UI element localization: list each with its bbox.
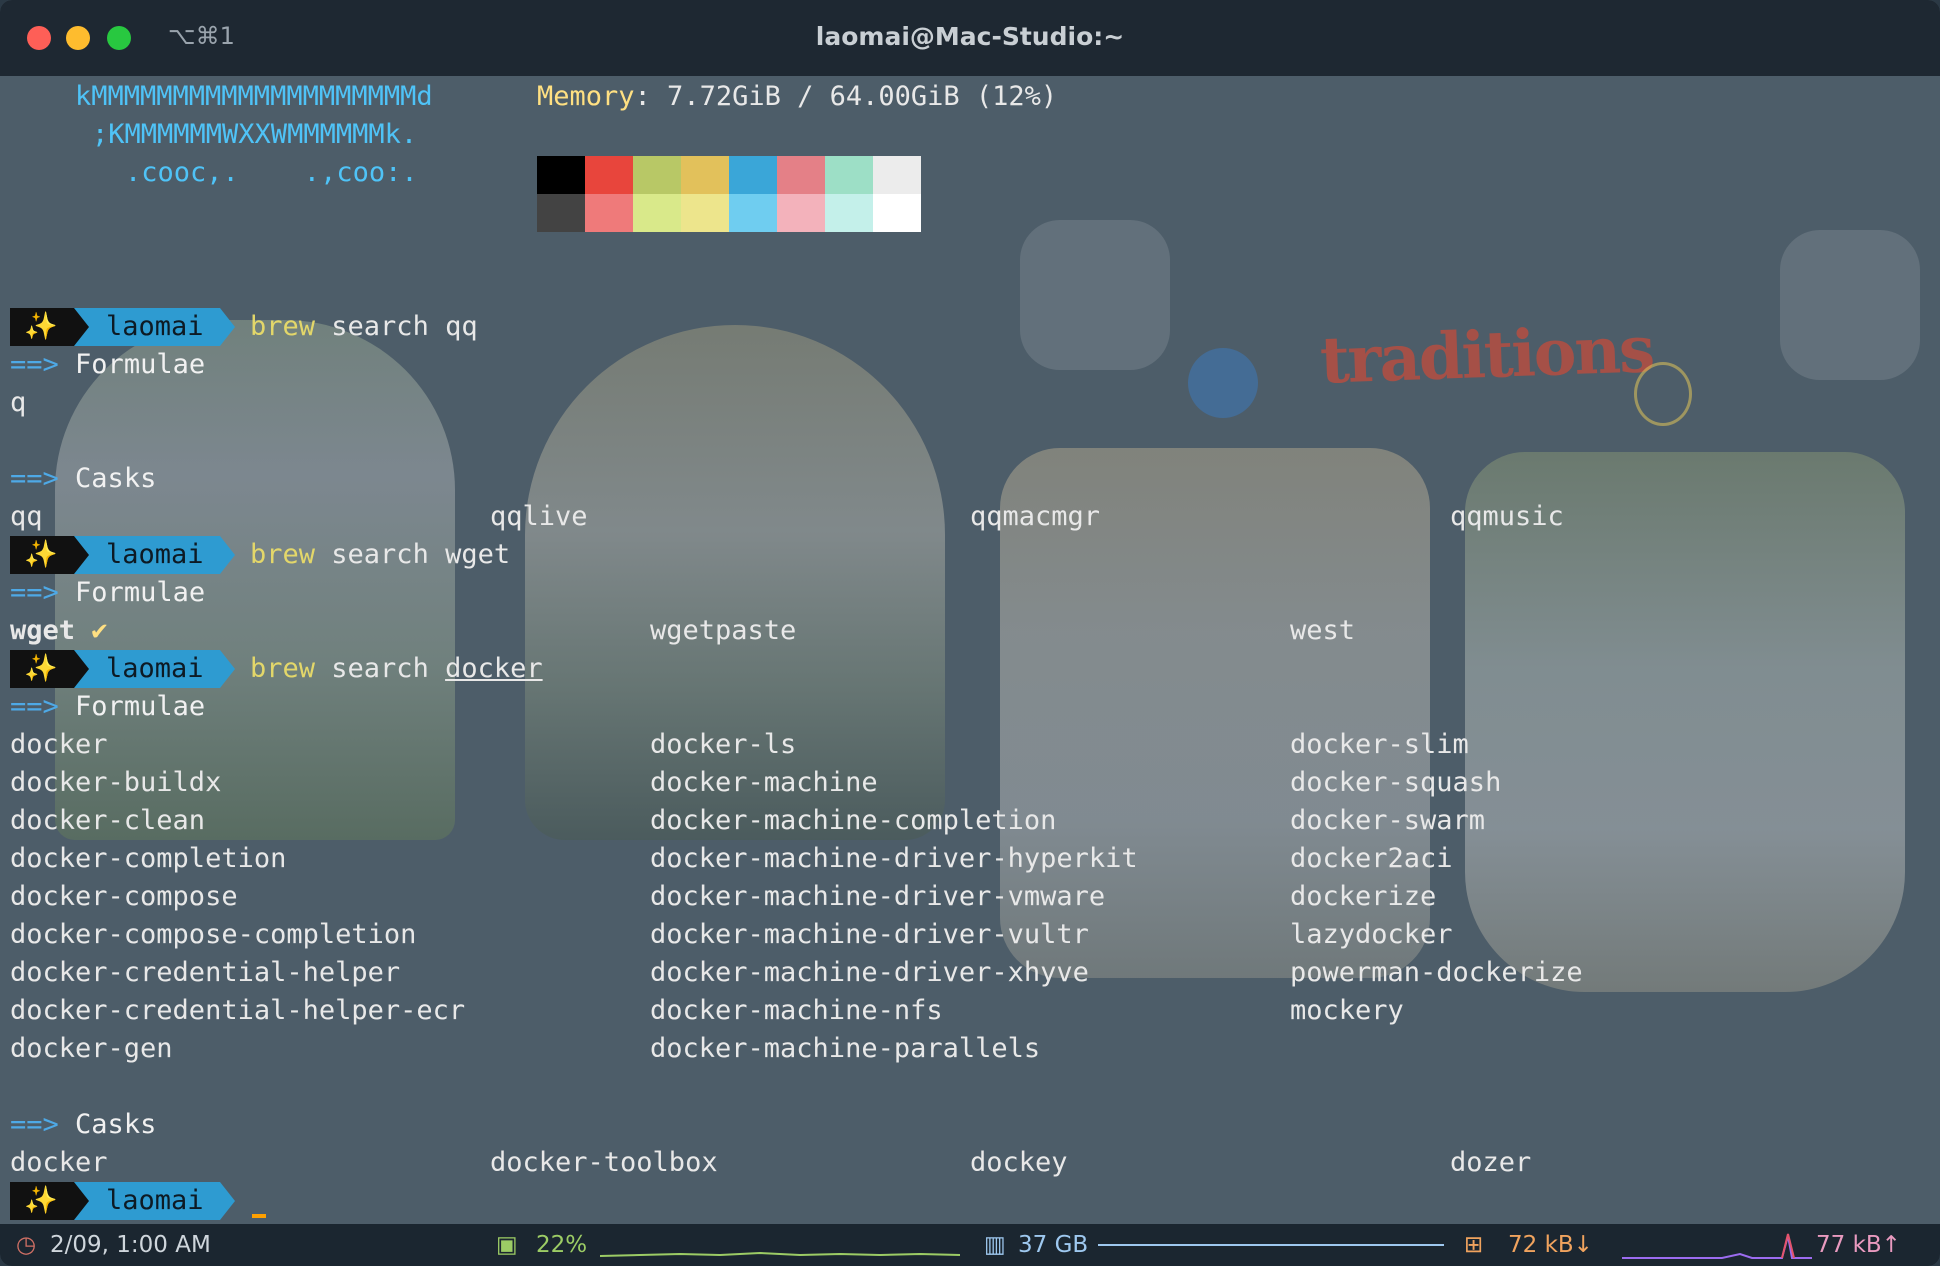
prompt-user: laomai — [106, 1185, 204, 1216]
palette-swatch — [825, 156, 873, 194]
sparkle-icon: ✨ — [24, 1185, 58, 1216]
result-item: docker-machine-driver-xhyve — [650, 957, 1089, 988]
window-title: laomai@Mac-Studio:~ — [815, 22, 1125, 51]
section-header: ==> Casks — [10, 463, 157, 494]
result-item: docker-credential-helper-ecr — [10, 995, 466, 1026]
result-item: powerman-dockerize — [1290, 957, 1583, 988]
result-item: lazydocker — [1290, 919, 1453, 950]
result-item: docker-machine-parallels — [650, 1033, 1041, 1064]
result-item: wget ✔ — [10, 615, 108, 646]
palette-swatch — [729, 156, 777, 194]
command-line: brew search qq — [250, 311, 478, 342]
cpu-icon: ▣ — [496, 1232, 518, 1258]
result-item: qqmusic — [1450, 501, 1564, 532]
result-item: docker — [10, 1147, 108, 1178]
cpu-sparkline — [600, 1251, 960, 1257]
palette-swatch — [633, 194, 681, 232]
result-item: dozer — [1450, 1147, 1532, 1178]
terminal-content[interactable]: kMMMMMMMMMMMMMMMMMMMMd ;KMMMMMMWXXWMMMMM… — [0, 76, 1940, 1224]
result-item: docker-slim — [1290, 729, 1469, 760]
palette-swatch — [537, 156, 585, 194]
result-item: qqmacmgr — [970, 501, 1101, 532]
palette-swatch — [585, 156, 633, 194]
result-item: docker-toolbox — [490, 1147, 718, 1178]
installed-check-icon: ✔ — [91, 615, 108, 646]
palette-swatch — [585, 194, 633, 232]
result-item: docker-clean — [10, 805, 206, 836]
status-upload: 77 kB↑ — [1816, 1232, 1901, 1258]
palette-swatch — [633, 156, 681, 194]
title-bar: ⌥⌘1 laomai@Mac-Studio:~ — [0, 0, 1940, 76]
result-item: docker-squash — [1290, 767, 1502, 798]
result-item: qqlive — [490, 501, 588, 532]
result-item: docker-machine-nfs — [650, 995, 943, 1026]
status-bar: ◷ 2/09, 1:00 AM ▣ 22% ▥ 37 GB ⊞ 72 kB↓ 7… — [0, 1224, 1940, 1266]
shell-prompt: ✨ laomai — [10, 308, 235, 346]
section-header: ==> Casks — [10, 1109, 157, 1140]
result-item: docker-compose — [10, 881, 238, 912]
result-item: docker-machine-completion — [650, 805, 1057, 836]
result-item: dockerize — [1290, 881, 1437, 912]
palette-swatch — [681, 156, 729, 194]
terminal-window: ⌥⌘1 laomai@Mac-Studio:~ traditions kMMMM… — [0, 0, 1940, 1266]
result-item: docker-swarm — [1290, 805, 1486, 836]
ascii-logo-line: .cooc,. .,coo:. — [125, 157, 418, 188]
result-item: docker-ls — [650, 729, 797, 760]
palette-swatch — [873, 156, 921, 194]
palette-swatch — [873, 194, 921, 232]
result-item: docker2aci — [1290, 843, 1453, 874]
result-item: docker-gen — [10, 1033, 173, 1064]
result-item: qq — [10, 501, 43, 532]
palette-swatch — [729, 194, 777, 232]
result-item: q — [10, 387, 27, 418]
status-memory: 37 GB — [1018, 1232, 1089, 1258]
memory-value: : 7.72GiB / 64.00GiB (12%) — [634, 81, 1058, 112]
prompt-user: laomai — [106, 311, 204, 342]
status-cpu: 22% — [536, 1232, 588, 1258]
section-header: ==> Formulae — [10, 691, 206, 722]
result-item: docker — [10, 729, 108, 760]
result-item: mockery — [1290, 995, 1404, 1026]
sparkle-icon: ✨ — [24, 539, 58, 570]
result-item: docker-buildx — [10, 767, 222, 798]
sparkle-icon: ✨ — [24, 311, 58, 342]
status-datetime: 2/09, 1:00 AM — [50, 1232, 211, 1258]
result-item: wgetpaste — [650, 615, 797, 646]
result-item: docker-machine-driver-hyperkit — [650, 843, 1138, 874]
ascii-logo-line: ;KMMMMMMWXXWMMMMMMk. — [92, 119, 418, 150]
network-sparkline — [1622, 1233, 1812, 1259]
result-item: docker-machine-driver-vmware — [650, 881, 1106, 912]
prompt-user: laomai — [106, 653, 204, 684]
sparkle-icon: ✨ — [24, 653, 58, 684]
shell-prompt: ✨ laomai — [10, 650, 235, 688]
memory-sparkline — [1098, 1244, 1444, 1246]
memory-label: Memory — [537, 81, 635, 112]
status-download: 72 kB↓ — [1508, 1232, 1593, 1258]
memory-icon: ▥ — [984, 1232, 1006, 1258]
result-item: dockey — [970, 1147, 1068, 1178]
ascii-logo-line: kMMMMMMMMMMMMMMMMMMMMd — [75, 81, 433, 112]
memory-info: Memory: 7.72GiB / 64.00GiB (12%) — [537, 78, 1057, 116]
result-item: west — [1290, 615, 1356, 646]
prompt-user: laomai — [106, 539, 204, 570]
result-item: docker-credential-helper — [10, 957, 401, 988]
result-item: docker-compose-completion — [10, 919, 417, 950]
shell-prompt: ✨ laomai — [10, 536, 235, 574]
command-line: brew search docker — [250, 653, 543, 684]
result-item: docker-completion — [10, 843, 287, 874]
clock-icon: ◷ — [16, 1232, 37, 1258]
palette-swatch — [681, 194, 729, 232]
palette-swatch — [537, 194, 585, 232]
palette-swatch — [777, 156, 825, 194]
result-item: docker-machine — [650, 767, 878, 798]
network-icon: ⊞ — [1464, 1232, 1484, 1258]
palette-swatch — [825, 194, 873, 232]
palette-swatch — [777, 194, 825, 232]
shell-prompt: ✨ laomai — [10, 1182, 235, 1220]
text-cursor — [252, 1214, 266, 1218]
command-line: brew search wget — [250, 539, 511, 570]
section-header: ==> Formulae — [10, 577, 206, 608]
section-header: ==> Formulae — [10, 349, 206, 380]
result-item: docker-machine-driver-vultr — [650, 919, 1089, 950]
